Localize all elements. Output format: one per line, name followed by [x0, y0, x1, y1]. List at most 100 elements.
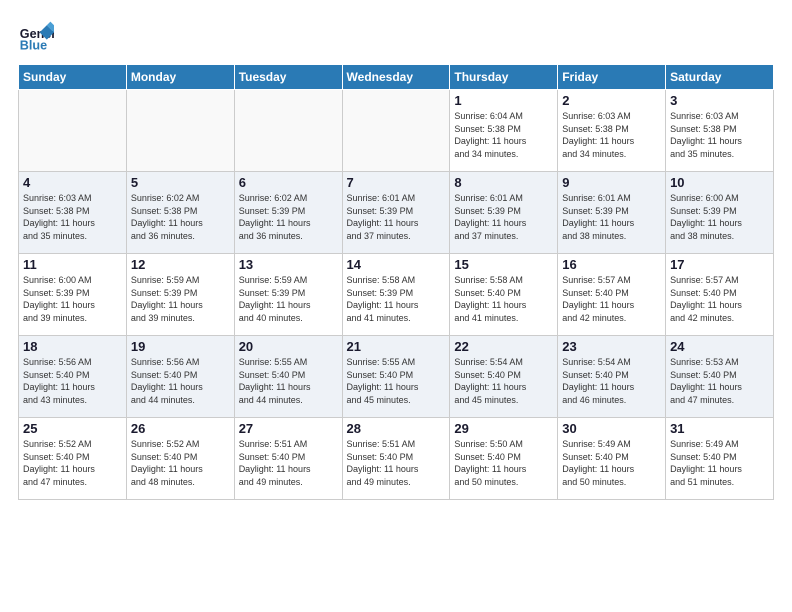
calendar-cell: 25Sunrise: 5:52 AM Sunset: 5:40 PM Dayli…: [19, 418, 127, 500]
logo-icon: General Blue: [18, 18, 54, 54]
day-info: Sunrise: 5:58 AM Sunset: 5:39 PM Dayligh…: [347, 274, 446, 324]
day-number: 22: [454, 339, 553, 354]
day-number: 14: [347, 257, 446, 272]
calendar-cell: 23 Sunrise: 5:54 AM Sunset: 5:40 PM Dayli…: [558, 336, 666, 418]
day-number: 28: [347, 421, 446, 436]
page: General Blue SundayMondayTuesdayWednesda…: [0, 0, 792, 510]
calendar-cell: 12 Sunrise: 5:59 AM Sunset: 5:39 PM Dayli…: [126, 254, 234, 336]
day-number: 21: [347, 339, 446, 354]
week-row-4: 18 Sunrise: 5:56 AM Sunset: 5:40 PM Dayli…: [19, 336, 774, 418]
day-number: 2: [562, 93, 661, 108]
calendar-cell: 31Sunrise: 5:49 AM Sunset: 5:40 PM Dayli…: [666, 418, 774, 500]
calendar-cell: 11 Sunrise: 6:00 AM Sunset: 5:39 PM Dayli…: [19, 254, 127, 336]
day-number: 11: [23, 257, 122, 272]
day-number: 6: [239, 175, 338, 190]
day-number: 19: [131, 339, 230, 354]
day-info: Sunrise: 6:01 AM Sunset: 5:39 PM Dayligh…: [454, 192, 553, 242]
day-info: Sunrise: 5:52 AM Sunset: 5:40 PM Dayligh…: [23, 438, 122, 488]
day-info: Sunrise: 5:54 AM Sunset: 5:40 PM Dayligh…: [562, 356, 661, 406]
calendar-cell: 15 Sunrise: 5:58 AM Sunset: 5:40 PM Dayli…: [450, 254, 558, 336]
calendar-cell: 27 Sunrise: 5:51 AM Sunset: 5:40 PM Dayli…: [234, 418, 342, 500]
day-info: Sunrise: 5:59 AM Sunset: 5:39 PM Dayligh…: [131, 274, 230, 324]
calendar-cell: 17Sunrise: 5:57 AM Sunset: 5:40 PM Dayli…: [666, 254, 774, 336]
calendar-cell: [234, 90, 342, 172]
day-info: Sunrise: 6:03 AM Sunset: 5:38 PM Dayligh…: [670, 110, 769, 160]
day-number: 8: [454, 175, 553, 190]
day-number: 4: [23, 175, 122, 190]
calendar-cell: 3Sunrise: 6:03 AM Sunset: 5:38 PM Daylig…: [666, 90, 774, 172]
day-info: Sunrise: 5:51 AM Sunset: 5:40 PM Dayligh…: [239, 438, 338, 488]
calendar-cell: [342, 90, 450, 172]
day-number: 31: [670, 421, 769, 436]
header-tuesday: Tuesday: [234, 65, 342, 90]
calendar-header: SundayMondayTuesdayWednesdayThursdayFrid…: [19, 65, 774, 90]
calendar-cell: 24 Sunrise: 5:53 AM Sunset: 5:40 PM Dayli…: [666, 336, 774, 418]
calendar-cell: 14 Sunrise: 5:58 AM Sunset: 5:39 PM Dayli…: [342, 254, 450, 336]
week-row-2: 4 Sunrise: 6:03 AM Sunset: 5:38 PM Daylig…: [19, 172, 774, 254]
calendar-cell: 22 Sunrise: 5:54 AM Sunset: 5:40 PM Dayli…: [450, 336, 558, 418]
header-monday: Monday: [126, 65, 234, 90]
calendar-cell: 26Sunrise: 5:52 AM Sunset: 5:40 PM Dayli…: [126, 418, 234, 500]
day-number: 13: [239, 257, 338, 272]
day-number: 24: [670, 339, 769, 354]
calendar-cell: 21 Sunrise: 5:55 AM Sunset: 5:40 PM Dayli…: [342, 336, 450, 418]
day-info: Sunrise: 5:54 AM Sunset: 5:40 PM Dayligh…: [454, 356, 553, 406]
day-info: Sunrise: 5:58 AM Sunset: 5:40 PM Dayligh…: [454, 274, 553, 324]
day-number: 29: [454, 421, 553, 436]
header: General Blue: [18, 18, 774, 54]
day-number: 12: [131, 257, 230, 272]
logo: General Blue: [18, 18, 58, 54]
svg-text:Blue: Blue: [20, 39, 47, 53]
calendar-cell: 13 Sunrise: 5:59 AM Sunset: 5:39 PM Dayli…: [234, 254, 342, 336]
calendar-cell: 4 Sunrise: 6:03 AM Sunset: 5:38 PM Daylig…: [19, 172, 127, 254]
day-number: 30: [562, 421, 661, 436]
calendar-cell: 2Sunrise: 6:03 AM Sunset: 5:38 PM Daylig…: [558, 90, 666, 172]
day-number: 18: [23, 339, 122, 354]
header-wednesday: Wednesday: [342, 65, 450, 90]
day-number: 10: [670, 175, 769, 190]
day-info: Sunrise: 5:57 AM Sunset: 5:40 PM Dayligh…: [562, 274, 661, 324]
day-info: Sunrise: 6:00 AM Sunset: 5:39 PM Dayligh…: [670, 192, 769, 242]
calendar-cell: 30Sunrise: 5:49 AM Sunset: 5:40 PM Dayli…: [558, 418, 666, 500]
day-info: Sunrise: 5:57 AM Sunset: 5:40 PM Dayligh…: [670, 274, 769, 324]
calendar-cell: 29 Sunrise: 5:50 AM Sunset: 5:40 PM Dayli…: [450, 418, 558, 500]
day-info: Sunrise: 5:59 AM Sunset: 5:39 PM Dayligh…: [239, 274, 338, 324]
week-row-5: 25Sunrise: 5:52 AM Sunset: 5:40 PM Dayli…: [19, 418, 774, 500]
day-info: Sunrise: 6:00 AM Sunset: 5:39 PM Dayligh…: [23, 274, 122, 324]
day-info: Sunrise: 6:03 AM Sunset: 5:38 PM Dayligh…: [23, 192, 122, 242]
calendar-cell: [19, 90, 127, 172]
day-number: 20: [239, 339, 338, 354]
day-number: 16: [562, 257, 661, 272]
calendar-cell: 10 Sunrise: 6:00 AM Sunset: 5:39 PM Dayli…: [666, 172, 774, 254]
day-number: 27: [239, 421, 338, 436]
day-info: Sunrise: 6:02 AM Sunset: 5:38 PM Dayligh…: [131, 192, 230, 242]
day-info: Sunrise: 5:50 AM Sunset: 5:40 PM Dayligh…: [454, 438, 553, 488]
day-info: Sunrise: 6:02 AM Sunset: 5:39 PM Dayligh…: [239, 192, 338, 242]
day-number: 23: [562, 339, 661, 354]
calendar-table: SundayMondayTuesdayWednesdayThursdayFrid…: [18, 64, 774, 500]
day-info: Sunrise: 5:51 AM Sunset: 5:40 PM Dayligh…: [347, 438, 446, 488]
day-number: 15: [454, 257, 553, 272]
day-number: 7: [347, 175, 446, 190]
calendar-cell: 1 Sunrise: 6:04 AM Sunset: 5:38 PM Daylig…: [450, 90, 558, 172]
calendar-cell: 18Sunrise: 5:56 AM Sunset: 5:40 PM Dayli…: [19, 336, 127, 418]
calendar-cell: 20Sunrise: 5:55 AM Sunset: 5:40 PM Dayli…: [234, 336, 342, 418]
day-info: Sunrise: 5:55 AM Sunset: 5:40 PM Dayligh…: [347, 356, 446, 406]
calendar-body: 1 Sunrise: 6:04 AM Sunset: 5:38 PM Daylig…: [19, 90, 774, 500]
week-row-3: 11 Sunrise: 6:00 AM Sunset: 5:39 PM Dayli…: [19, 254, 774, 336]
day-number: 5: [131, 175, 230, 190]
calendar-cell: 19 Sunrise: 5:56 AM Sunset: 5:40 PM Dayli…: [126, 336, 234, 418]
week-row-1: 1 Sunrise: 6:04 AM Sunset: 5:38 PM Daylig…: [19, 90, 774, 172]
day-number: 26: [131, 421, 230, 436]
day-info: Sunrise: 6:01 AM Sunset: 5:39 PM Dayligh…: [347, 192, 446, 242]
day-info: Sunrise: 5:56 AM Sunset: 5:40 PM Dayligh…: [131, 356, 230, 406]
day-number: 9: [562, 175, 661, 190]
day-info: Sunrise: 6:04 AM Sunset: 5:38 PM Dayligh…: [454, 110, 553, 160]
day-number: 1: [454, 93, 553, 108]
calendar-cell: 5 Sunrise: 6:02 AM Sunset: 5:38 PM Daylig…: [126, 172, 234, 254]
header-saturday: Saturday: [666, 65, 774, 90]
calendar-cell: 6 Sunrise: 6:02 AM Sunset: 5:39 PM Daylig…: [234, 172, 342, 254]
calendar-cell: 9Sunrise: 6:01 AM Sunset: 5:39 PM Daylig…: [558, 172, 666, 254]
calendar-cell: 8 Sunrise: 6:01 AM Sunset: 5:39 PM Daylig…: [450, 172, 558, 254]
day-info: Sunrise: 5:53 AM Sunset: 5:40 PM Dayligh…: [670, 356, 769, 406]
